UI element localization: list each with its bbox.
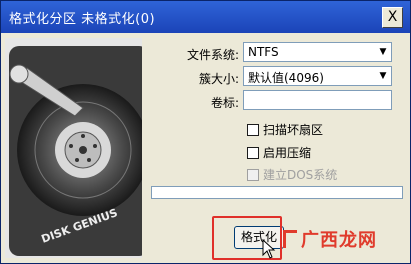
- volume-label-label: 卷标:: [210, 96, 239, 110]
- cluster-size-label: 簇大小:: [198, 72, 239, 86]
- enable-compression-checkbox[interactable]: 启用压缩: [247, 144, 311, 161]
- cluster-size-value: 默认值(4096): [248, 71, 324, 85]
- checkbox-box[interactable]: [247, 123, 259, 136]
- hard-disk-image: DISK GENIUS: [5, 38, 142, 258]
- enable-compression-label: 启用压缩: [263, 146, 312, 160]
- scan-bad-sectors-checkbox[interactable]: 扫描坏扇区: [247, 121, 323, 138]
- volume-label-input[interactable]: [243, 90, 392, 110]
- checkbox-box[interactable]: [247, 146, 259, 159]
- chevron-down-icon[interactable]: ▼: [375, 43, 391, 61]
- checkbox-box: [247, 168, 259, 181]
- create-dos-system-checkbox: 建立DOS系统: [247, 166, 337, 183]
- filesystem-label: 文件系统:: [186, 48, 239, 62]
- close-button[interactable]: X: [382, 7, 403, 28]
- cluster-size-select[interactable]: 默认值(4096) ▼: [243, 66, 392, 86]
- filesystem-select[interactable]: NTFS ▼: [243, 42, 392, 62]
- hard-disk-illustration: DISK GENIUS: [5, 38, 142, 258]
- watermark: 广西龙网: [283, 226, 377, 252]
- close-icon: X: [387, 9, 398, 25]
- scan-bad-sectors-label: 扫描坏扇区: [263, 123, 324, 137]
- watermark-text: 广西龙网: [301, 230, 377, 251]
- create-dos-system-label: 建立DOS系统: [263, 168, 338, 182]
- chevron-down-icon[interactable]: ▼: [375, 67, 391, 85]
- window-title: 格式化分区 未格式化(0): [9, 12, 156, 27]
- format-progress-bar: [151, 186, 403, 199]
- format-partition-dialog: 格式化分区 未格式化(0) X DISK GENIUS 文件系统: NTFS ▼…: [0, 0, 411, 264]
- mouse-cursor-icon: [262, 239, 276, 259]
- filesystem-value: NTFS: [248, 45, 279, 59]
- title-bar[interactable]: 格式化分区 未格式化(0) X: [1, 1, 410, 33]
- watermark-logo-icon: [283, 230, 297, 248]
